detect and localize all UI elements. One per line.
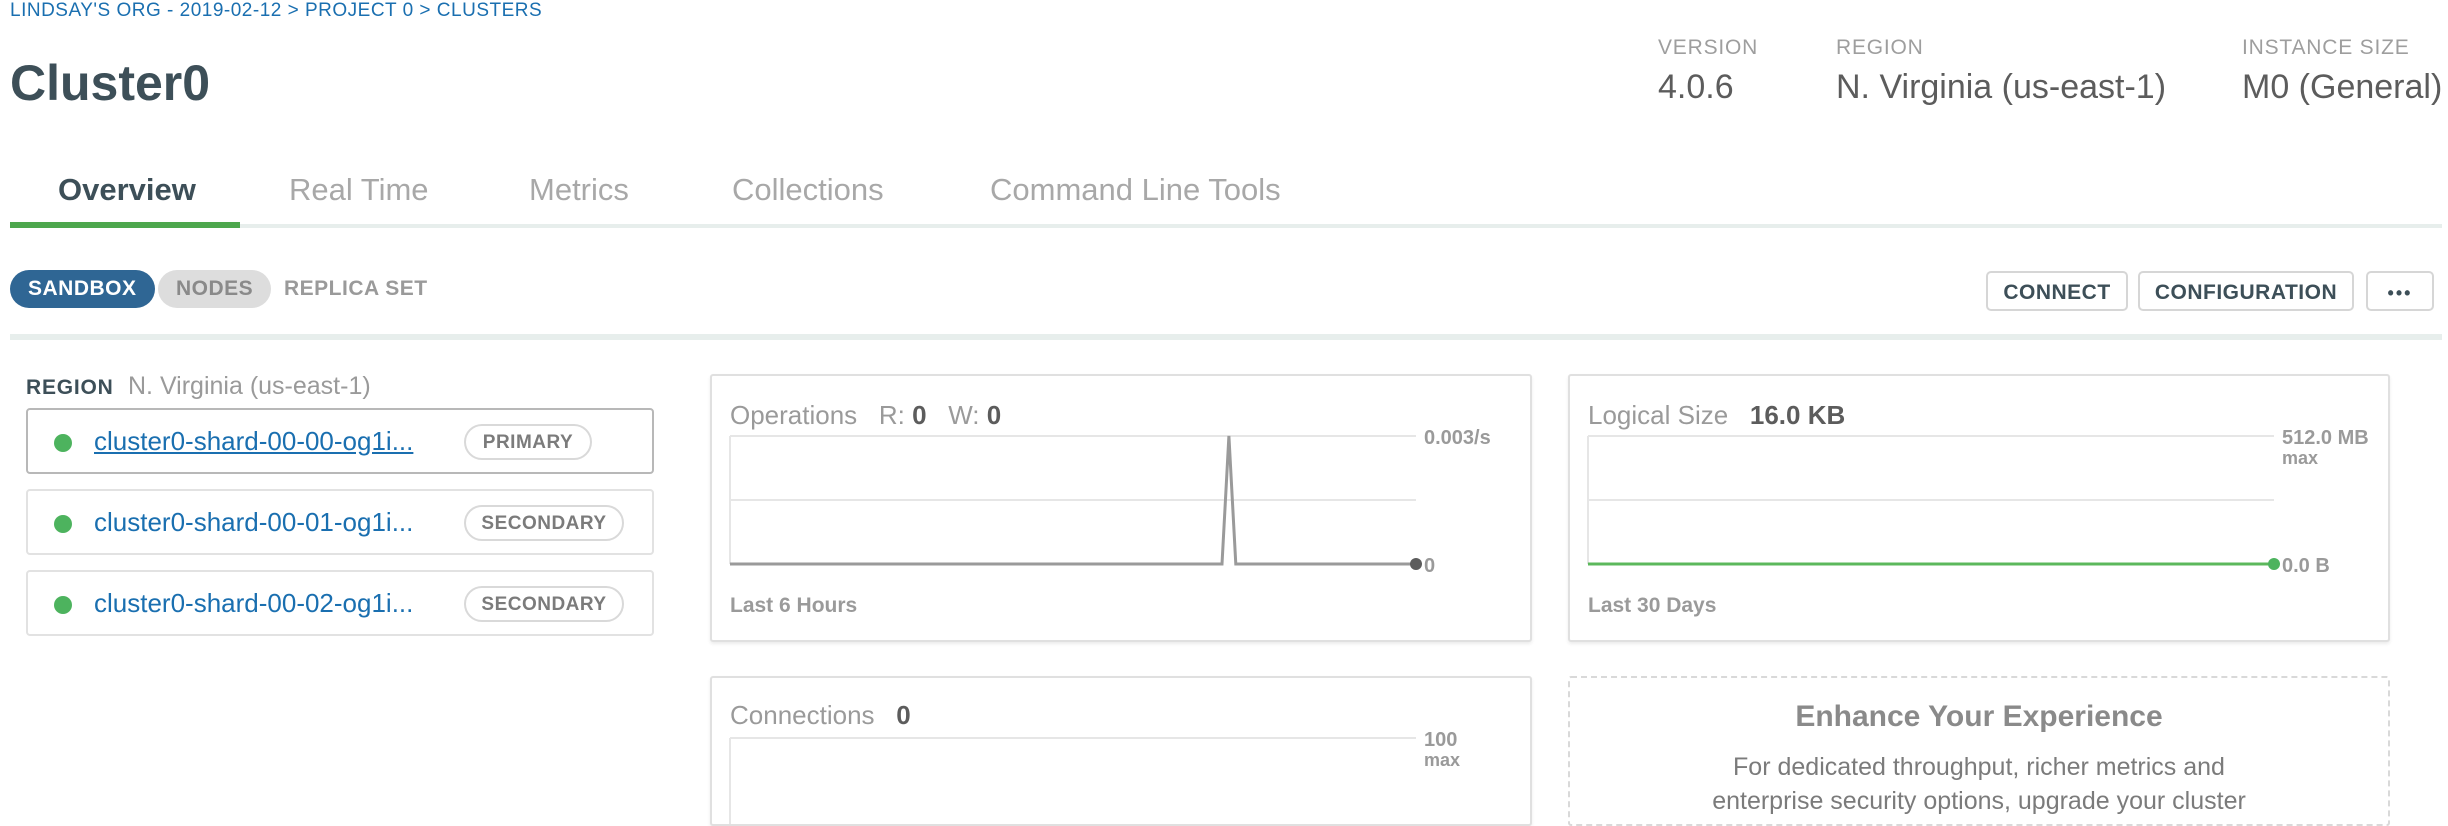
y-zero-label: 0.0 B: [2282, 555, 2330, 577]
node-row[interactable]: cluster0-shard-00-01-og1i... SECONDARY: [26, 489, 654, 555]
region-value: N. Virginia (us-east-1): [1836, 68, 2167, 106]
promo-title: Enhance Your Experience: [1795, 700, 2163, 733]
node-region-label: REGION: [26, 376, 114, 399]
node-host-link[interactable]: cluster0-shard-00-00-og1i...: [94, 426, 413, 457]
logical-size-card[interactable]: Logical Size 16.0 KB 512.0 MB max 0.0 B …: [1568, 374, 2390, 642]
sandbox-pill[interactable]: SANDBOX: [10, 270, 155, 308]
more-options-button[interactable]: •••: [2366, 271, 2434, 311]
node-role-badge: PRIMARY: [464, 424, 592, 460]
tab-real-time[interactable]: Real Time: [289, 172, 429, 208]
operations-footer: Last 6 Hours: [730, 594, 858, 617]
tab-bar-divider: [10, 224, 2442, 228]
instance-size-value: M0 (General): [2242, 68, 2443, 106]
node-row[interactable]: cluster0-shard-00-02-og1i... SECONDARY: [26, 570, 654, 636]
status-dot-icon: [54, 515, 72, 533]
y-max-label: 100: [1424, 729, 1457, 751]
node-region-value: N. Virginia (us-east-1): [128, 372, 371, 400]
y-max-sub-label: max: [1424, 750, 1460, 770]
tab-metrics[interactable]: Metrics: [529, 172, 629, 208]
y-max-sub-label: max: [2282, 448, 2318, 468]
y-zero-label: 0: [1424, 555, 1435, 577]
nodes-pill[interactable]: NODES: [158, 270, 272, 308]
promo-text: For dedicated throughput, richer metrics…: [1712, 753, 2246, 815]
node-row[interactable]: cluster0-shard-00-00-og1i... PRIMARY: [26, 408, 654, 474]
status-dot-icon: [54, 434, 72, 452]
connections-card[interactable]: Connections 0 100 max: [710, 676, 1532, 826]
replica-set-pill[interactable]: REPLICA SET: [270, 270, 442, 308]
breadcrumb[interactable]: LINDSAY'S ORG - 2019-02-12 > PROJECT 0 >…: [10, 0, 542, 22]
y-max-label: 0.003/s: [1424, 427, 1491, 449]
version-value: 4.0.6: [1658, 68, 1734, 106]
connections-chart: 100 max: [729, 729, 1460, 824]
chart-endpoint: [1410, 558, 1422, 570]
tab-overview[interactable]: Overview: [58, 172, 196, 208]
chart-endpoint: [2268, 558, 2280, 570]
version-label: VERSION: [1658, 36, 1759, 59]
region-label: REGION: [1836, 36, 1924, 59]
active-tab-indicator: [10, 222, 240, 228]
page-title: Cluster0: [10, 55, 211, 111]
connect-button[interactable]: CONNECT: [1986, 271, 2128, 311]
status-dot-icon: [54, 596, 72, 614]
instance-size-label: INSTANCE SIZE: [2242, 36, 2410, 59]
y-max-label: 512.0 MB: [2282, 427, 2369, 449]
tab-command-line-tools[interactable]: Command Line Tools: [990, 172, 1281, 208]
node-host-link[interactable]: cluster0-shard-00-02-og1i...: [94, 588, 413, 619]
node-role-badge: SECONDARY: [464, 505, 624, 541]
operations-card[interactable]: Operations R: 0 W: 0 0.003/s 0 Last 6 Ho…: [710, 374, 1532, 642]
node-role-badge: SECONDARY: [464, 586, 624, 622]
section-divider: [10, 334, 2442, 340]
upgrade-promo[interactable]: Enhance Your Experience For dedicated th…: [1568, 676, 2390, 826]
tab-collections[interactable]: Collections: [732, 172, 884, 208]
configuration-button[interactable]: CONFIGURATION: [2138, 271, 2354, 311]
node-host-link[interactable]: cluster0-shard-00-01-og1i...: [94, 507, 413, 538]
logical-size-footer: Last 30 Days: [1588, 594, 1717, 617]
